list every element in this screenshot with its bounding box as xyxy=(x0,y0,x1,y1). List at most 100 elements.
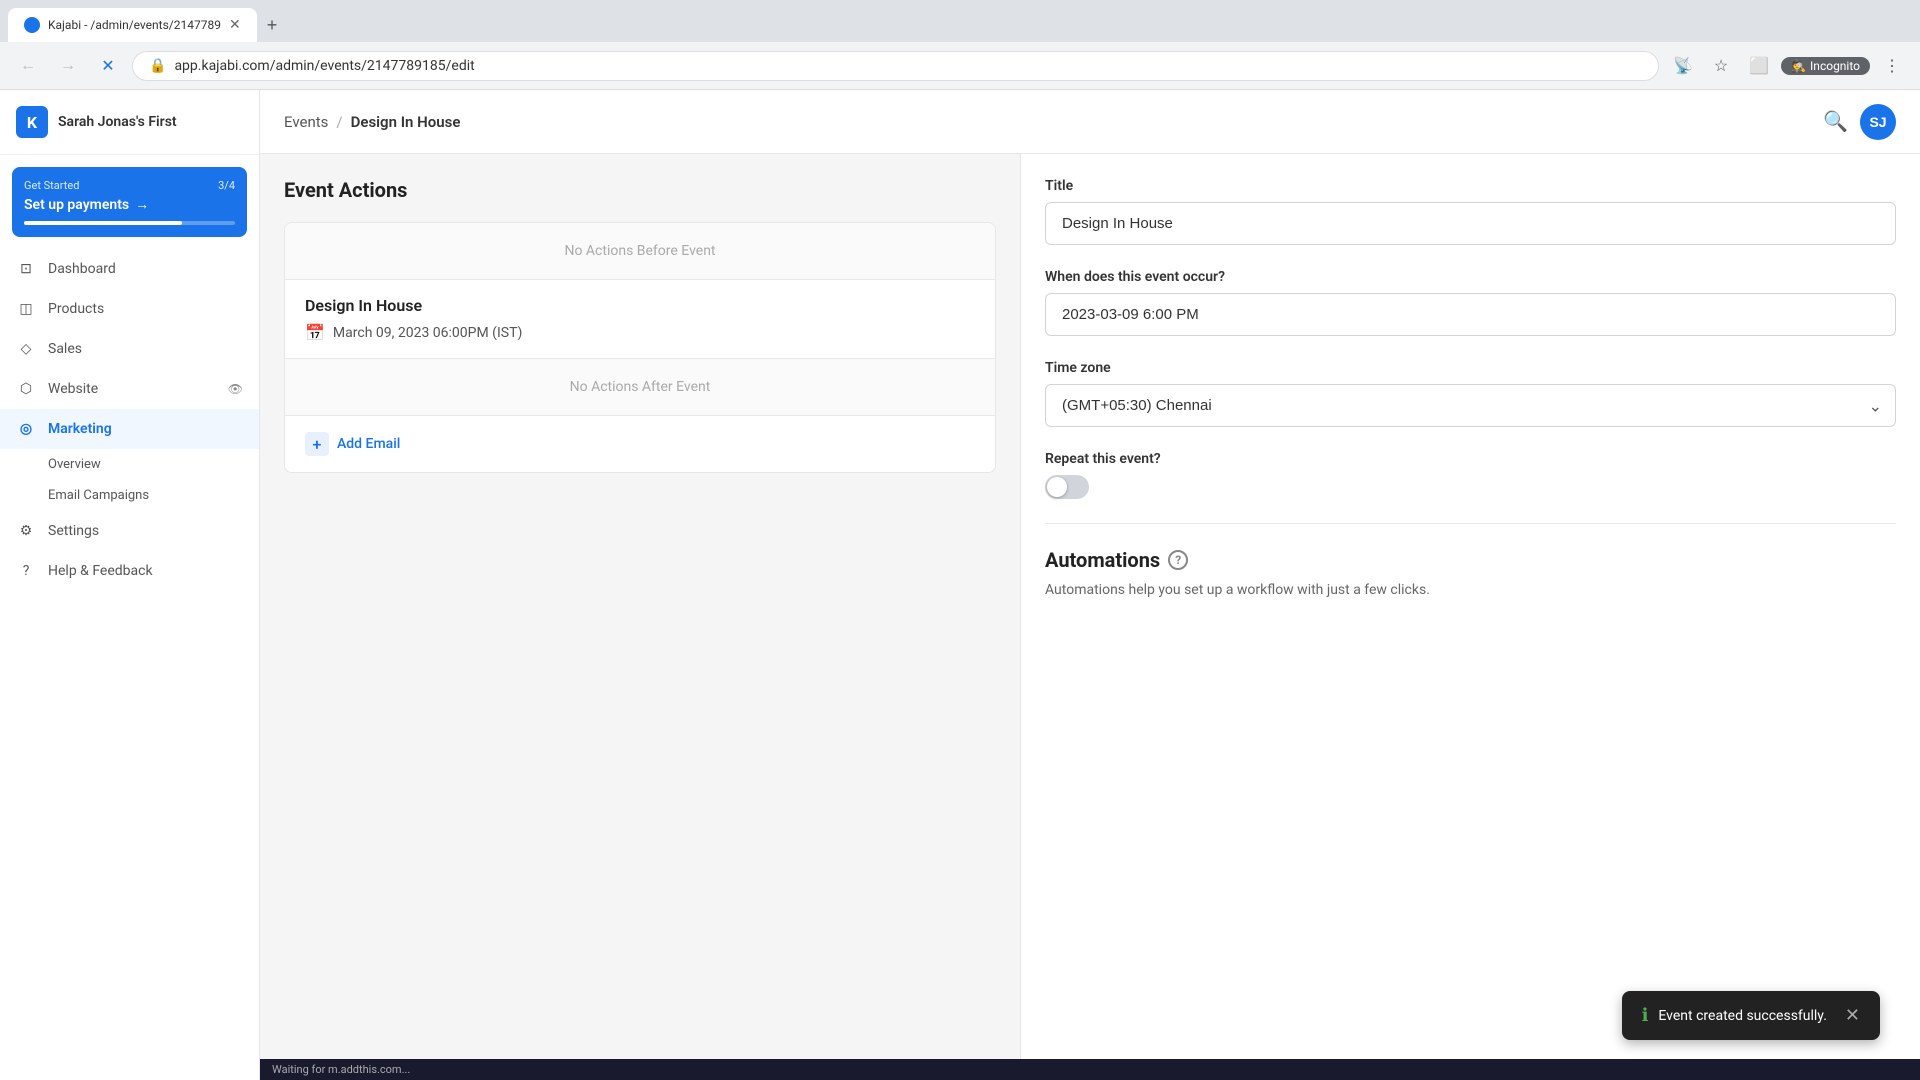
repeat-toggle[interactable] xyxy=(1045,475,1089,499)
tab-favicon xyxy=(24,17,40,33)
sidebar-item-label: Settings xyxy=(48,523,243,539)
marketing-icon: ◎ xyxy=(16,419,36,439)
when-label: When does this event occur? xyxy=(1045,269,1896,285)
right-panel: Title When does this event occur? Time z… xyxy=(1020,154,1920,1059)
event-date: March 09, 2023 06:00PM (IST) xyxy=(333,325,522,341)
repeat-label: Repeat this event? xyxy=(1045,451,1896,467)
new-tab-button[interactable]: + xyxy=(257,9,288,42)
sidebar-item-help[interactable]: ? Help & Feedback xyxy=(0,551,259,591)
browser-toolbar: ← → ✕ 🔒 app.kajabi.com/admin/events/2147… xyxy=(0,42,1920,90)
settings-icon: ⚙ xyxy=(16,521,36,541)
tab-title: Kajabi - /admin/events/2147789 xyxy=(48,18,221,32)
sidebar-item-label: Products xyxy=(48,301,243,317)
sidebar-brand-name: Sarah Jonas's First xyxy=(58,114,177,130)
sidebar-logo: K xyxy=(16,106,48,138)
website-badge: 👁 xyxy=(228,382,243,396)
bookmark-icon[interactable]: ☆ xyxy=(1705,50,1737,82)
sidebar-item-settings[interactable]: ⚙ Settings xyxy=(0,511,259,551)
forward-button[interactable]: → xyxy=(52,50,84,82)
when-field-group: When does this event occur? xyxy=(1045,269,1896,336)
panel-divider xyxy=(1045,523,1896,524)
header-actions: 🔍 SJ xyxy=(1823,104,1896,140)
sidebar-item-overview[interactable]: Overview xyxy=(0,449,259,480)
avatar-button[interactable]: SJ xyxy=(1860,104,1896,140)
timezone-label: Time zone xyxy=(1045,360,1896,376)
event-actions-box: No Actions Before Event Design In House … xyxy=(284,222,996,473)
sidebar-item-dashboard[interactable]: ⊡ Dashboard xyxy=(0,249,259,289)
sidebar: K Sarah Jonas's First Get Started 3/4 Se… xyxy=(0,90,260,1080)
calendar-icon: 📅 xyxy=(305,323,325,342)
sidebar-item-products[interactable]: ◫ Products xyxy=(0,289,259,329)
sidebar-item-label: Website xyxy=(48,381,216,397)
sidebar-item-label: Help & Feedback xyxy=(48,563,243,579)
automations-description: Automations help you set up a workflow w… xyxy=(1045,580,1896,601)
dashboard-icon: ⊡ xyxy=(16,259,36,279)
sidebar-item-label: Sales xyxy=(48,341,243,357)
incognito-label: Incognito xyxy=(1810,59,1860,73)
sidebar-icon[interactable]: ⬜ xyxy=(1743,50,1775,82)
products-icon: ◫ xyxy=(16,299,36,319)
sidebar-item-sales[interactable]: ◇ Sales xyxy=(0,329,259,369)
add-email-button[interactable]: + Add Email xyxy=(285,416,995,472)
search-button[interactable]: 🔍 xyxy=(1823,109,1848,134)
active-tab[interactable]: Kajabi - /admin/events/2147789 ✕ xyxy=(8,8,257,42)
title-input[interactable] xyxy=(1045,202,1896,245)
automations-section: Automations ? Automations help you set u… xyxy=(1045,548,1896,601)
sidebar-item-marketing[interactable]: ◎ Marketing xyxy=(0,409,259,449)
status-text: Waiting for m.addthis.com... xyxy=(272,1063,410,1076)
add-email-label: Add Email xyxy=(337,436,400,452)
repeat-field-group: Repeat this event? xyxy=(1045,451,1896,499)
when-input[interactable] xyxy=(1045,293,1896,336)
browser-tabs: Kajabi - /admin/events/2147789 ✕ + xyxy=(0,0,1920,42)
main: Events / Design In House 🔍 SJ Event Acti… xyxy=(260,90,1920,1080)
automations-title: Automations ? xyxy=(1045,548,1896,572)
get-started-label: Get Started 3/4 xyxy=(24,179,235,192)
toolbar-right: 📡 ☆ ⬜ 🕵 Incognito ⋮ xyxy=(1667,50,1908,82)
breadcrumb-events-link[interactable]: Events xyxy=(284,113,328,131)
sidebar-item-label: Dashboard xyxy=(48,261,243,277)
help-icon: ? xyxy=(16,561,36,581)
incognito-icon: 🕵 xyxy=(1791,59,1806,73)
address-bar[interactable]: 🔒 app.kajabi.com/admin/events/2147789185… xyxy=(132,51,1659,81)
event-name: Design In House xyxy=(305,296,975,315)
toast-close-button[interactable]: ✕ xyxy=(1845,1005,1860,1026)
back-button[interactable]: ← xyxy=(12,50,44,82)
toast-notification: ℹ Event created successfully. ✕ xyxy=(1622,991,1880,1040)
timezone-field-group: Time zone (GMT+05:30) Chennai (GMT+00:00… xyxy=(1045,360,1896,427)
event-actions-title: Event Actions xyxy=(284,178,996,202)
toast-message: Event created successfully. xyxy=(1658,1008,1827,1024)
sidebar-scroll: K Sarah Jonas's First Get Started 3/4 Se… xyxy=(0,90,259,1080)
breadcrumb: Events / Design In House xyxy=(284,113,460,131)
timezone-select-wrapper: (GMT+05:30) Chennai (GMT+00:00) UTC (GMT… xyxy=(1045,384,1896,427)
no-actions-after: No Actions After Event xyxy=(285,359,995,416)
sidebar-resize-handle[interactable] xyxy=(255,90,259,1080)
event-time: 📅 March 09, 2023 06:00PM (IST) xyxy=(305,323,975,342)
status-bar: Waiting for m.addthis.com... xyxy=(260,1059,1920,1080)
repeat-toggle-wrapper xyxy=(1045,475,1896,499)
app: K Sarah Jonas's First Get Started 3/4 Se… xyxy=(0,90,1920,1080)
add-email-icon: + xyxy=(305,432,329,456)
help-circle-icon[interactable]: ? xyxy=(1168,550,1188,570)
sidebar-item-label: Marketing xyxy=(48,421,243,437)
breadcrumb-current: Design In House xyxy=(351,113,461,131)
sidebar-item-email-campaigns[interactable]: Email Campaigns xyxy=(0,480,259,511)
more-button[interactable]: ⋮ xyxy=(1876,50,1908,82)
sidebar-header: K Sarah Jonas's First xyxy=(0,90,259,155)
no-actions-before: No Actions Before Event xyxy=(285,223,995,280)
content-area: Event Actions No Actions Before Event De… xyxy=(260,154,1920,1059)
website-icon: ⬡ xyxy=(16,379,36,399)
reload-button[interactable]: ✕ xyxy=(92,50,124,82)
timezone-select[interactable]: (GMT+05:30) Chennai (GMT+00:00) UTC (GMT… xyxy=(1045,384,1896,427)
tab-close-button[interactable]: ✕ xyxy=(229,17,241,33)
incognito-badge: 🕵 Incognito xyxy=(1781,57,1870,75)
browser-chrome: Kajabi - /admin/events/2147789 ✕ + ← → ✕… xyxy=(0,0,1920,90)
toggle-thumb xyxy=(1047,477,1067,497)
url-text: app.kajabi.com/admin/events/2147789185/e… xyxy=(174,58,1642,74)
sidebar-item-website[interactable]: ⬡ Website 👁 xyxy=(0,369,259,409)
cast-icon[interactable]: 📡 xyxy=(1667,50,1699,82)
get-started-progress-fill xyxy=(24,221,182,225)
breadcrumb-separator: / xyxy=(336,113,342,131)
main-header: Events / Design In House 🔍 SJ xyxy=(260,90,1920,154)
get-started-progress-bar xyxy=(24,221,235,225)
get-started-banner[interactable]: Get Started 3/4 Set up payments → xyxy=(12,167,247,237)
